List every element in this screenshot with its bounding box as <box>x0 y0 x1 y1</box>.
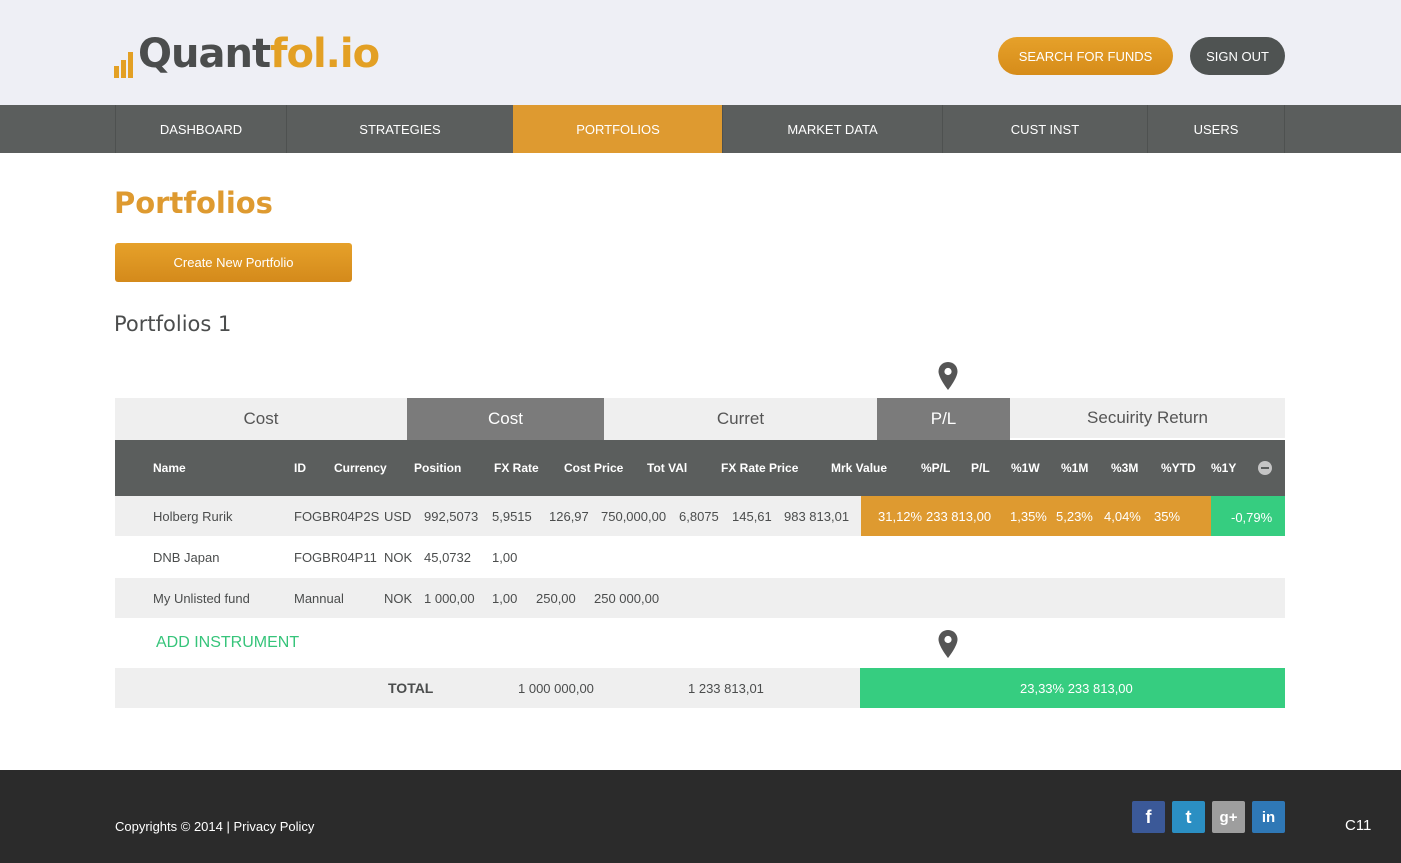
logo-text-orange: fol.io <box>270 31 380 77</box>
cell-pl: 233 813,00 <box>926 508 992 524</box>
cell-price: 145,61 <box>732 508 772 524</box>
create-portfolio-button[interactable]: Create New Portfolio <box>115 243 352 282</box>
copyright-text[interactable]: Copyrights © 2014 | Privacy Policy <box>115 819 314 834</box>
cell-fx-rate: 1,00 <box>492 590 518 606</box>
cell-fx-rate: 5,9515 <box>492 508 532 524</box>
cell-id: FOGBR04P11 <box>294 549 377 565</box>
nav-item-portfolios[interactable]: PORTFOLIOS <box>513 105 722 153</box>
cell-position: 992,5073 <box>424 508 479 524</box>
cell-id: FOGBR04P2S <box>294 508 380 524</box>
map-pin-icon[interactable] <box>938 630 958 658</box>
cell-currency: NOK <box>384 549 413 565</box>
logo-text-dark: Quant <box>138 31 271 77</box>
nav-item-dashboard[interactable]: DASHBOARD <box>115 105 286 153</box>
cell-fx-rate-price: 6,8075 <box>679 508 719 524</box>
footer: Copyrights © 2014 | Privacy Policy f t g… <box>0 770 1401 863</box>
col-fx-rate-price[interactable]: FX Rate Price <box>721 440 798 496</box>
logo-bars-icon <box>114 50 136 78</box>
cell-currency: NOK <box>384 590 413 606</box>
cell-id: Mannual <box>294 590 344 606</box>
nav-item-market-data[interactable]: MARKET DATA <box>722 105 942 153</box>
cell-cost-price: 126,97 <box>549 508 589 524</box>
table-header: Name ID Currency Position FX Rate Cost P… <box>115 440 1285 496</box>
cell-tot-val: 750,000,00 <box>601 508 667 524</box>
total-row: TOTAL 1 000 000,00 1 233 813,01 23,33% 2… <box>115 668 1285 708</box>
table-row[interactable]: DNB Japan FOGBR04P11 NOK 45,0732 1,00 <box>115 537 1285 577</box>
total-current: 1 233 813,01 <box>688 680 764 696</box>
cell-name: DNB Japan <box>153 549 220 565</box>
cell-pct-pl: 31,12% <box>878 508 923 524</box>
cell-mrk-value: 983 813,01 <box>784 508 850 524</box>
page-code: C11 <box>1345 817 1372 834</box>
col-id[interactable]: ID <box>294 440 306 496</box>
total-cost: 1 000 000,00 <box>518 680 594 696</box>
collapse-minus-icon[interactable] <box>1258 461 1272 475</box>
cell-name: Holberg Rurik <box>153 508 233 524</box>
col-cost-price[interactable]: Cost Price <box>564 440 623 496</box>
map-pin-icon[interactable] <box>938 362 958 390</box>
group-tab-security-return[interactable]: Secuirity Return <box>1010 398 1285 438</box>
group-tab-cost-2[interactable]: Cost <box>407 398 604 440</box>
group-tab-current[interactable]: Curret <box>604 398 877 440</box>
total-label: TOTAL <box>388 680 434 696</box>
nav-item-users[interactable]: USERS <box>1147 105 1285 153</box>
twitter-icon[interactable]: t <box>1172 801 1205 833</box>
cell-position: 45,0732 <box>424 549 471 565</box>
cell-pct-3m: 4,04% <box>1104 508 1141 524</box>
page-title: Portfolios <box>114 186 273 220</box>
linkedin-icon[interactable]: in <box>1252 801 1285 833</box>
cell-pct-1w: 1,35% <box>1010 508 1047 524</box>
col-name[interactable]: Name <box>153 440 186 496</box>
facebook-icon[interactable]: f <box>1132 801 1165 833</box>
total-pl: 23,33% 233 813,00 <box>1020 680 1133 696</box>
nav-item-cust-inst[interactable]: CUST INST <box>942 105 1147 153</box>
group-tab-pl[interactable]: P/L <box>877 398 1010 440</box>
col-pct-1m[interactable]: %1M <box>1061 440 1088 496</box>
nav-item-strategies[interactable]: STRATEGIES <box>286 105 513 153</box>
col-fx-rate[interactable]: FX Rate <box>494 440 539 496</box>
search-funds-button[interactable]: SEARCH FOR FUNDS <box>998 37 1173 75</box>
cell-currency: USD <box>384 508 412 524</box>
cell-name: My Unlisted fund <box>153 590 250 606</box>
col-tot-val[interactable]: Tot VAl <box>647 440 687 496</box>
group-tab-cost[interactable]: Cost <box>115 398 407 440</box>
cell-pct-ytd: 35% <box>1154 508 1181 524</box>
cell-tot-val: 250 000,00 <box>594 590 660 606</box>
logo[interactable]: Quantfol.io <box>114 28 380 78</box>
cell-pct-1m: 5,23% <box>1056 508 1093 524</box>
col-pct-pl[interactable]: %P/L <box>921 440 950 496</box>
table-row[interactable]: My Unlisted fund Mannual NOK 1 000,00 1,… <box>115 578 1285 618</box>
cell-fx-rate: 1,00 <box>492 549 518 565</box>
col-pl[interactable]: P/L <box>971 440 990 496</box>
col-position[interactable]: Position <box>414 440 461 496</box>
cell-cost-price: 250,00 <box>536 590 576 606</box>
table-row[interactable]: Holberg Rurik FOGBR04P2S USD 992,5073 5,… <box>115 496 1285 536</box>
col-currency[interactable]: Currency <box>334 440 387 496</box>
column-group-row: Cost Cost Curret P/L Secuirity Return <box>115 398 1285 440</box>
portfolio-section-title: Portfolios 1 <box>114 312 232 336</box>
logo-text: Quantfol.io <box>138 30 380 78</box>
cell-pct-1y: -0,79% <box>1231 509 1273 525</box>
col-mrk-value[interactable]: Mrk Value <box>831 440 887 496</box>
header: Quantfol.io SEARCH FOR FUNDS SIGN OUT <box>0 0 1401 105</box>
sign-out-button[interactable]: SIGN OUT <box>1190 37 1285 75</box>
col-pct-3m[interactable]: %3M <box>1111 440 1138 496</box>
add-instrument-link[interactable]: ADD INSTRUMENT <box>156 634 299 652</box>
col-pct-1w[interactable]: %1W <box>1011 440 1040 496</box>
main-nav: DASHBOARD STRATEGIES PORTFOLIOS MARKET D… <box>0 105 1401 153</box>
col-pct-1y[interactable]: %1Y <box>1211 440 1236 496</box>
cell-position: 1 000,00 <box>424 590 475 606</box>
col-pct-ytd[interactable]: %YTD <box>1161 440 1196 496</box>
google-plus-icon[interactable]: g+ <box>1212 801 1245 833</box>
